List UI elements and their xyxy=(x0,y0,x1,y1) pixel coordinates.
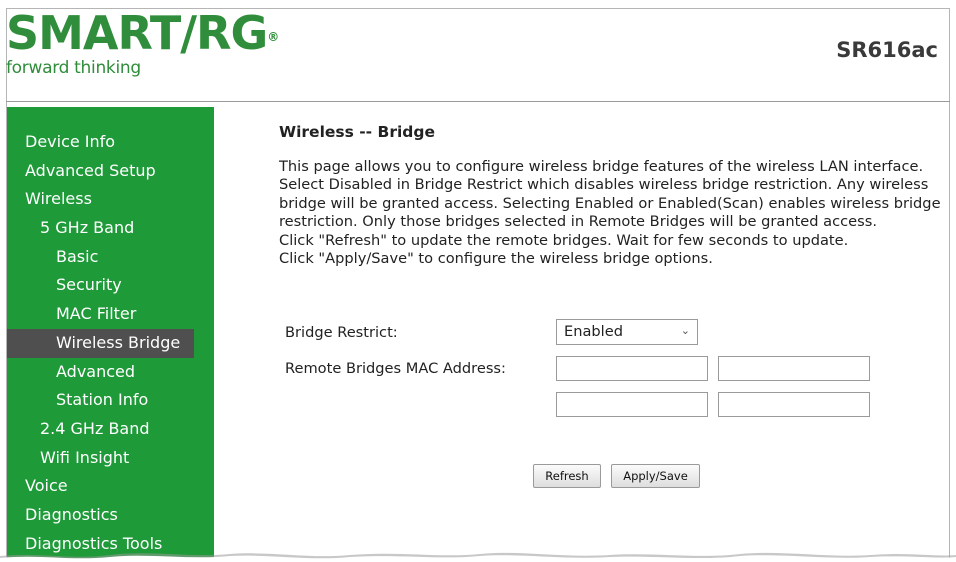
bridge-restrict-label: Bridge Restrict: xyxy=(285,324,398,341)
sidebar-item-mac-filter[interactable]: MAC Filter xyxy=(7,300,214,329)
sidebar-item-advanced-setup[interactable]: Advanced Setup xyxy=(7,157,214,186)
sidebar-item-station-info[interactable]: Station Info xyxy=(7,386,214,415)
brand-logo: SMART/RG® forward thinking xyxy=(6,6,279,78)
sidebar: Device Info Advanced Setup Wireless 5 GH… xyxy=(7,107,214,562)
sidebar-item-wireless[interactable]: Wireless xyxy=(7,185,214,214)
registered-mark: ® xyxy=(267,30,279,44)
bridge-restrict-select[interactable]: Enabled ⌄ xyxy=(556,319,698,345)
sidebar-item-voice[interactable]: Voice xyxy=(7,472,214,501)
mac-address-field-1[interactable] xyxy=(556,356,708,381)
chevron-down-icon: ⌄ xyxy=(680,324,690,337)
mac-address-field-2[interactable] xyxy=(718,356,870,381)
remote-bridges-label: Remote Bridges MAC Address: xyxy=(285,360,506,377)
refresh-button[interactable]: Refresh xyxy=(533,464,601,488)
brand-tagline: forward thinking xyxy=(6,58,141,78)
sidebar-item-basic[interactable]: Basic xyxy=(7,243,214,272)
bridge-restrict-value: Enabled xyxy=(564,323,623,340)
mac-address-field-3[interactable] xyxy=(556,392,708,417)
model-name: SR616ac xyxy=(836,38,938,62)
sidebar-menu: Device Info Advanced Setup Wireless 5 GH… xyxy=(7,128,214,558)
mac-address-field-4[interactable] xyxy=(718,392,870,417)
sidebar-item-wifi-insight[interactable]: Wifi Insight xyxy=(7,444,214,473)
sidebar-item-diagnostics[interactable]: Diagnostics xyxy=(7,501,214,530)
sidebar-item-security[interactable]: Security xyxy=(7,271,214,300)
page-description: This page allows you to configure wirele… xyxy=(279,158,941,268)
sidebar-item-advanced[interactable]: Advanced xyxy=(7,358,214,387)
apply-save-button[interactable]: Apply/Save xyxy=(611,464,700,488)
brand-name: SMART/RG® xyxy=(6,6,279,60)
torn-edge xyxy=(0,552,956,562)
page-title: Wireless -- Bridge xyxy=(279,123,435,141)
sidebar-item-device-info[interactable]: Device Info xyxy=(7,128,214,157)
sidebar-item-wireless-bridge[interactable]: Wireless Bridge xyxy=(7,328,194,358)
header-divider xyxy=(6,101,950,102)
sidebar-item-5ghz-band[interactable]: 5 GHz Band xyxy=(7,214,214,243)
main-content: Wireless -- Bridge This page allows you … xyxy=(279,123,951,268)
sidebar-item-24ghz-band[interactable]: 2.4 GHz Band xyxy=(7,415,214,444)
